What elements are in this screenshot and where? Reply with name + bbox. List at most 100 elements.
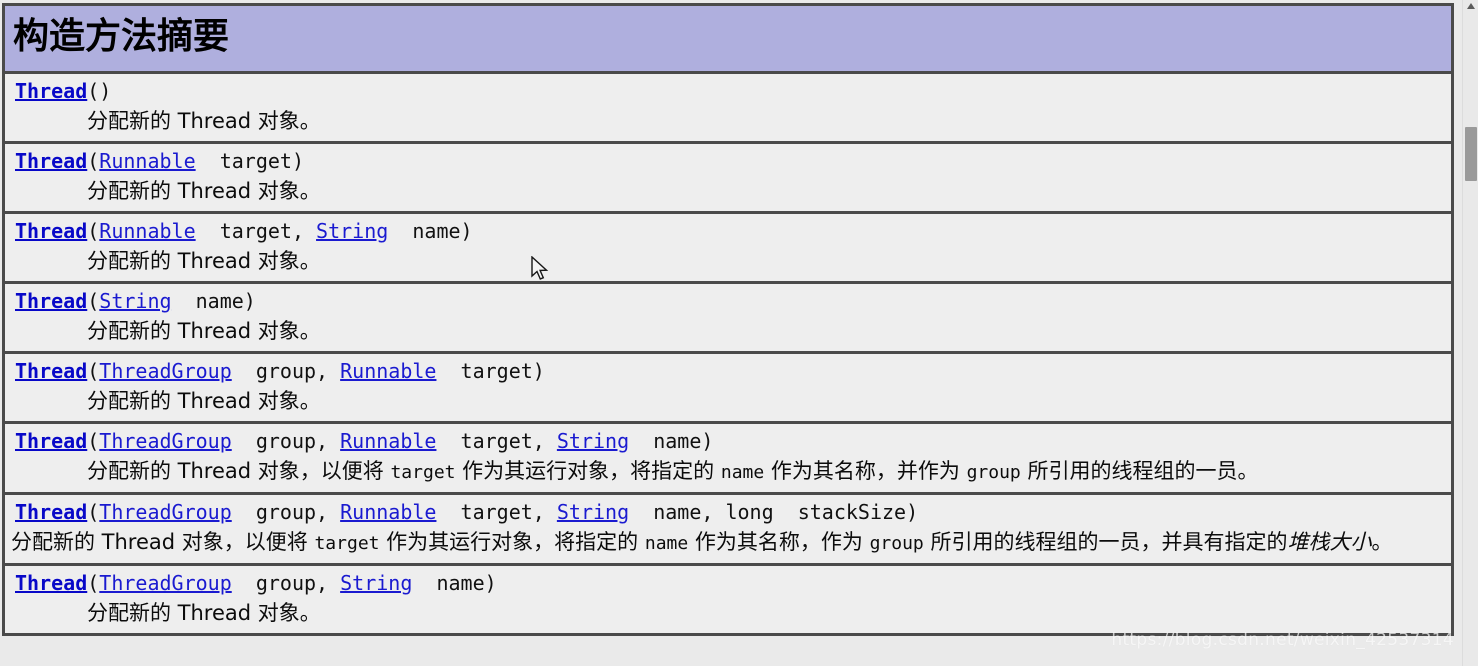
constructor-signature: Thread(ThreadGroup group, Runnable targe… <box>11 426 1445 456</box>
close-paren: ) <box>243 289 256 313</box>
constructor-signature: Thread() <box>11 76 1445 106</box>
close-paren: ) <box>99 79 112 103</box>
open-paren: ( <box>87 149 100 173</box>
thread-link[interactable]: Thread <box>15 429 87 453</box>
close-paren: ) <box>906 500 919 524</box>
constructor-signature: Thread(String name) <box>11 286 1445 316</box>
desc-param-name: name <box>720 462 765 483</box>
thread-link[interactable]: Thread <box>15 79 87 103</box>
open-paren: ( <box>87 289 100 313</box>
close-paren: ) <box>701 429 714 453</box>
open-paren: ( <box>87 359 100 383</box>
page-title: 构造方法摘要 <box>13 15 230 57</box>
desc-seg: 。 <box>1371 530 1393 554</box>
table-row: Thread(Runnable target) 分配新的 Thread 对象。 <box>5 144 1451 214</box>
param-name: name <box>412 571 485 595</box>
desc-seg: 所引用的线程组的一员。 <box>1020 459 1259 483</box>
runnable-link[interactable]: Runnable <box>99 219 195 243</box>
runnable-link[interactable]: Runnable <box>340 359 436 383</box>
constructor-signature: Thread(Runnable target) <box>11 146 1445 176</box>
string-link[interactable]: String <box>340 571 412 595</box>
constructor-description: 分配新的 Thread 对象。 <box>87 319 321 343</box>
desc-seg: 作为其名称，作为 <box>688 530 870 554</box>
scroll-up-arrow-icon[interactable] <box>1467 3 1475 9</box>
param-name: name <box>629 429 702 453</box>
param-group: group, <box>231 571 341 595</box>
page-root: 构造方法摘要 Thread() 分配新的 Thread 对象。 Thread(R… <box>0 0 1478 666</box>
constructor-description: 分配新的 Thread 对象。 <box>87 601 321 625</box>
param-name: name <box>171 289 244 313</box>
param-target: target <box>436 359 533 383</box>
table-row: Thread(String name) 分配新的 Thread 对象。 <box>5 284 1451 354</box>
string-link[interactable]: String <box>557 500 629 524</box>
param-stacksize: long stackSize <box>725 500 907 524</box>
runnable-link[interactable]: Runnable <box>99 149 195 173</box>
thread-link[interactable]: Thread <box>15 359 87 383</box>
desc-param-target: target <box>390 462 456 483</box>
desc-seg: 分配新的 Thread 对象，以便将 <box>11 530 315 554</box>
string-link[interactable]: String <box>316 219 388 243</box>
thread-link[interactable]: Thread <box>15 289 87 313</box>
open-paren: ( <box>87 571 100 595</box>
constructor-description: 分配新的 Thread 对象。 <box>87 109 321 133</box>
close-paren: ) <box>460 219 473 243</box>
table-row: Thread(ThreadGroup group, Runnable targe… <box>5 495 1451 566</box>
close-paren: ) <box>532 359 545 383</box>
open-paren: ( <box>87 500 100 524</box>
desc-param-target: target <box>314 533 380 554</box>
string-link[interactable]: String <box>99 289 171 313</box>
table-header: 构造方法摘要 <box>5 6 1451 74</box>
open-paren: ( <box>87 429 100 453</box>
string-link[interactable]: String <box>557 429 629 453</box>
param-group: group, <box>231 359 341 383</box>
close-paren: ) <box>291 149 304 173</box>
vertical-scrollbar[interactable] <box>1462 0 1478 666</box>
constructor-signature: Thread(ThreadGroup group, String name) <box>11 568 1445 598</box>
desc-seg: 分配新的 Thread 对象，以便将 <box>87 459 391 483</box>
table-row: Thread(ThreadGroup group, Runnable targe… <box>5 354 1451 424</box>
constructor-description: 分配新的 Thread 对象，以便将 target 作为其运行对象，将指定的 n… <box>11 456 1445 488</box>
table-row: Thread(ThreadGroup group, Runnable targe… <box>5 424 1451 495</box>
threadgroup-link[interactable]: ThreadGroup <box>99 571 231 595</box>
param-target: target, <box>195 219 317 243</box>
constructor-signature: Thread(ThreadGroup group, Runnable targe… <box>11 356 1445 386</box>
table-row: Thread(Runnable target, String name) 分配新… <box>5 214 1451 284</box>
constructor-summary-table: 构造方法摘要 Thread() 分配新的 Thread 对象。 Thread(R… <box>2 3 1454 636</box>
param-group: group, <box>231 500 341 524</box>
constructor-signature: Thread(ThreadGroup group, Runnable targe… <box>11 497 1445 527</box>
desc-seg: 作为其运行对象，将指定的 <box>455 459 721 483</box>
open-paren: ( <box>87 79 100 103</box>
desc-seg: 作为其运行对象，将指定的 <box>379 530 645 554</box>
desc-param-group: group <box>869 533 924 554</box>
threadgroup-link[interactable]: ThreadGroup <box>99 429 231 453</box>
constructor-description: 分配新的 Thread 对象，以便将 target 作为其运行对象，将指定的 n… <box>11 527 1445 559</box>
param-target: target <box>195 149 292 173</box>
close-paren: ) <box>484 571 497 595</box>
constructor-description: 分配新的 Thread 对象。 <box>87 179 321 203</box>
param-target: target, <box>436 429 557 453</box>
param-name: name <box>388 219 461 243</box>
desc-param-name: name <box>644 533 689 554</box>
param-group: group, <box>231 429 341 453</box>
desc-seg: 所引用的线程组的一员，并具有指定的 <box>923 530 1288 554</box>
thread-link[interactable]: Thread <box>15 500 87 524</box>
thread-link[interactable]: Thread <box>15 219 87 243</box>
constructor-description: 分配新的 Thread 对象。 <box>87 249 321 273</box>
thread-link[interactable]: Thread <box>15 149 87 173</box>
thread-link[interactable]: Thread <box>15 571 87 595</box>
runnable-link[interactable]: Runnable <box>340 429 436 453</box>
param-name: name, <box>629 500 726 524</box>
desc-italic-stacksize: 堆栈大小 <box>1287 530 1372 554</box>
threadgroup-link[interactable]: ThreadGroup <box>99 359 231 383</box>
desc-seg: 作为其名称，并作为 <box>764 459 967 483</box>
table-row: Thread(ThreadGroup group, String name) 分… <box>5 566 1451 633</box>
constructor-signature: Thread(Runnable target, String name) <box>11 216 1445 246</box>
open-paren: ( <box>87 219 100 243</box>
param-target: target, <box>436 500 557 524</box>
constructor-description: 分配新的 Thread 对象。 <box>87 389 321 413</box>
scrollbar-thumb[interactable] <box>1465 126 1477 181</box>
threadgroup-link[interactable]: ThreadGroup <box>99 500 231 524</box>
table-row: Thread() 分配新的 Thread 对象。 <box>5 74 1451 144</box>
desc-param-group: group <box>966 462 1021 483</box>
runnable-link[interactable]: Runnable <box>340 500 436 524</box>
